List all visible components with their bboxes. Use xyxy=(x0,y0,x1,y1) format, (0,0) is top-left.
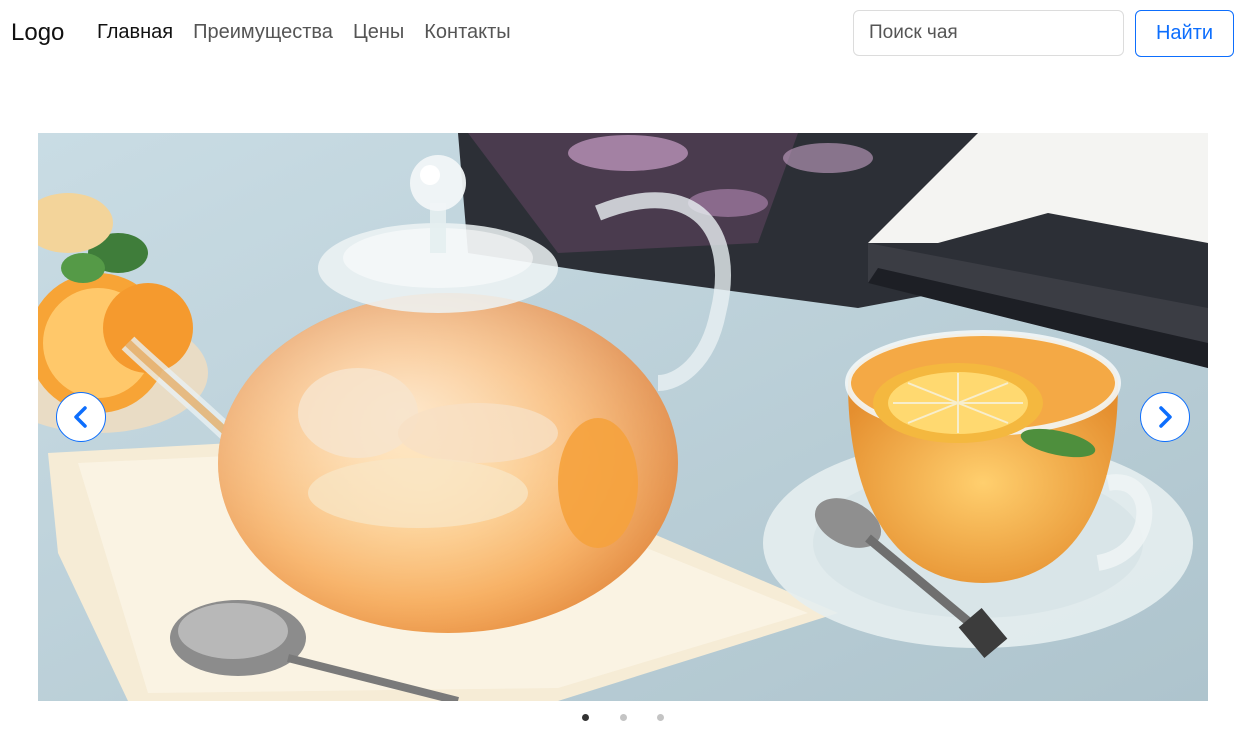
hero-carousel xyxy=(38,133,1208,701)
search-input[interactable] xyxy=(853,10,1124,56)
nav-link-contacts[interactable]: Контакты xyxy=(424,21,510,44)
nav-link-home[interactable]: Главная xyxy=(97,21,173,44)
chevron-right-icon xyxy=(1159,406,1172,428)
carousel-indicator-1[interactable] xyxy=(582,714,589,721)
carousel-slide-image xyxy=(38,133,1208,701)
navbar: Logo Главная Преимущества Цены Контакты … xyxy=(0,0,1246,67)
nav-link-advantages[interactable]: Преимущества xyxy=(193,21,333,44)
logo[interactable]: Logo xyxy=(11,19,64,47)
carousel-indicator-2[interactable] xyxy=(620,714,627,721)
nav-link-prices[interactable]: Цены xyxy=(353,21,404,44)
main-nav: Главная Преимущества Цены Контакты xyxy=(97,21,511,44)
carousel-next-button[interactable] xyxy=(1140,392,1190,442)
carousel-indicators xyxy=(0,714,1246,724)
search-button[interactable]: Найти xyxy=(1135,10,1234,57)
carousel-indicator-3[interactable] xyxy=(657,714,664,721)
chevron-left-icon xyxy=(74,406,87,428)
carousel-prev-button[interactable] xyxy=(56,392,106,442)
